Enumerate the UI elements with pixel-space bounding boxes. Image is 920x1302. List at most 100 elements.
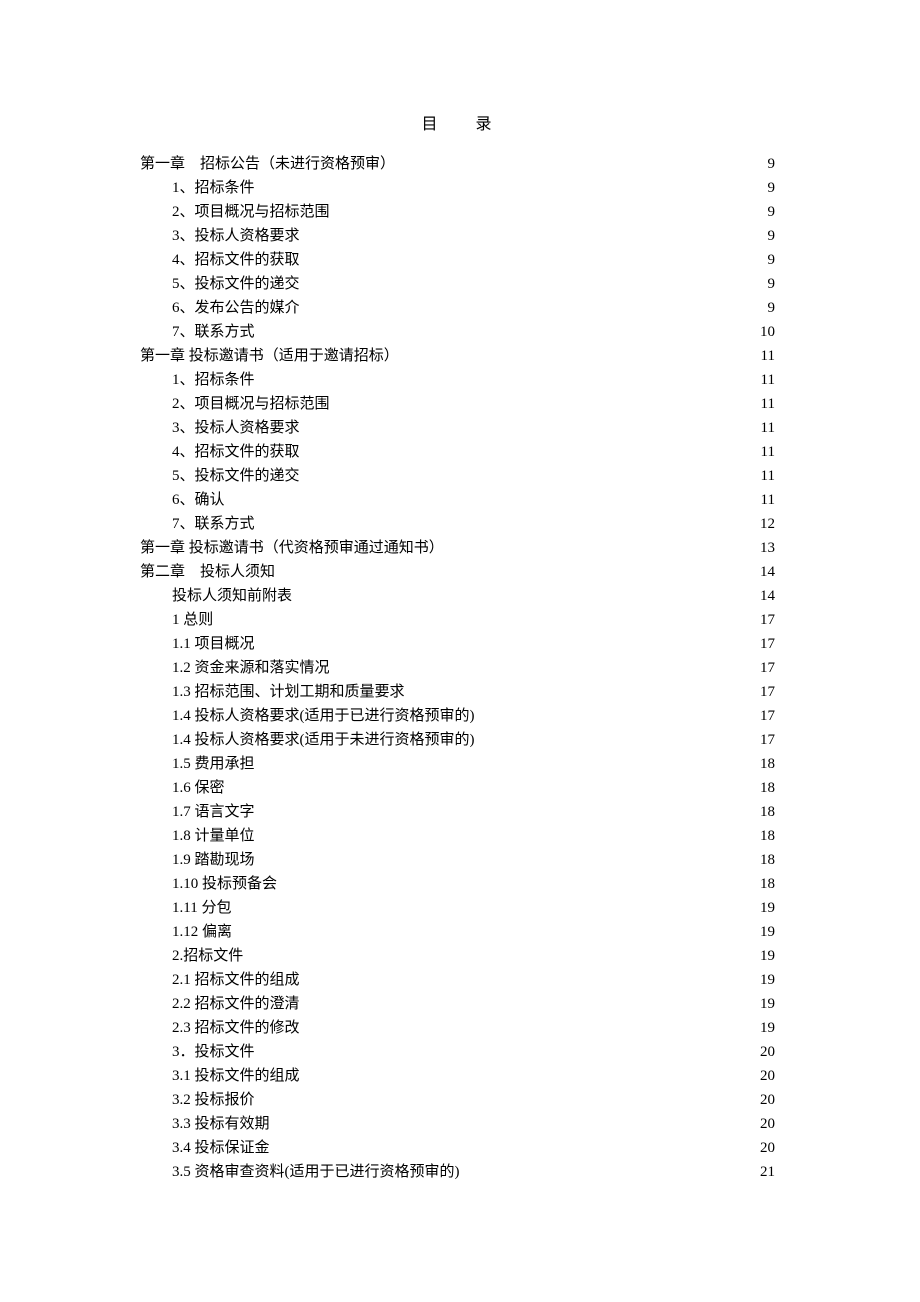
toc-entry-label: 3、投标人资格要求 — [172, 416, 300, 440]
toc-entry-label: 3.4 投标保证金 — [172, 1136, 270, 1160]
toc-entry-page: 9 — [768, 200, 776, 224]
toc-entry-page: 19 — [760, 968, 775, 992]
toc-entry-page: 13 — [760, 536, 775, 560]
toc-entry: 1.5 费用承担 18 — [140, 752, 775, 776]
toc-entry: 第二章 投标人须知14 — [140, 560, 775, 584]
toc-entry-page: 19 — [760, 920, 775, 944]
toc-entry: 3.1 投标文件的组成20 — [140, 1064, 775, 1088]
toc-entry: 第一章 投标邀请书（适用于邀请招标） 11 — [140, 344, 775, 368]
toc-entry-label: 2.2 招标文件的澄清 — [172, 992, 300, 1016]
toc-entry: 1.4 投标人资格要求(适用于已进行资格预审的) 17 — [140, 704, 775, 728]
toc-entry-page: 18 — [760, 824, 775, 848]
toc-entry-page: 18 — [760, 752, 775, 776]
toc-entry: 3.3 投标有效期 20 — [140, 1112, 775, 1136]
toc-entry-page: 10 — [760, 320, 775, 344]
toc-entry: 3.2 投标报价20 — [140, 1088, 775, 1112]
toc-entry-label: 1.1 项目概况 — [172, 632, 255, 656]
toc-entry-page: 20 — [760, 1040, 775, 1064]
toc-title-right: 录 — [476, 116, 494, 133]
toc-entry-label: 6、确认 — [172, 488, 225, 512]
toc-entry-label: 第一章 招标公告（未进行资格预审） — [140, 152, 395, 176]
toc-entry-label: 1.4 投标人资格要求(适用于未进行资格预审的) — [172, 728, 475, 752]
toc-entry-label: 3.1 投标文件的组成 — [172, 1064, 300, 1088]
toc-entry-label: 7、联系方式 — [172, 512, 255, 536]
toc-entry-label: 1、招标条件 — [172, 368, 255, 392]
toc-entry: 4、招标文件的获取 11 — [140, 440, 775, 464]
toc-entry-page: 21 — [760, 1160, 775, 1184]
toc-entry-page: 11 — [761, 488, 775, 512]
toc-entry-label: 1.5 费用承担 — [172, 752, 255, 776]
toc-entry-label: 3、投标人资格要求 — [172, 224, 300, 248]
toc-entry-page: 9 — [768, 176, 776, 200]
toc-entry: 1.7 语言文字18 — [140, 800, 775, 824]
toc-entry-page: 17 — [760, 632, 775, 656]
toc-entry-page: 19 — [760, 896, 775, 920]
toc-entry-label: 1.11 分包 — [172, 896, 231, 920]
toc-entry: 第一章 招标公告（未进行资格预审）9 — [140, 152, 775, 176]
toc-entry: 3、投标人资格要求 11 — [140, 416, 775, 440]
toc-title: 目录 — [140, 110, 775, 134]
toc-entry-label: 4、招标文件的获取 — [172, 248, 300, 272]
toc-entry-page: 11 — [761, 344, 775, 368]
toc-entry-page: 11 — [761, 440, 775, 464]
toc-entry: 2.招标文件19 — [140, 944, 775, 968]
toc-entry: 2.3 招标文件的修改 19 — [140, 1016, 775, 1040]
toc-entry-label: 1.9 踏勘现场 — [172, 848, 255, 872]
toc-entry-page: 11 — [761, 368, 775, 392]
toc-entry-page: 11 — [761, 464, 775, 488]
toc-entry: 5、投标文件的递交 11 — [140, 464, 775, 488]
toc-entry: 第一章 投标邀请书（代资格预审通过通知书） 13 — [140, 536, 775, 560]
toc-entry: 6、发布公告的媒介 9 — [140, 296, 775, 320]
toc-entry-label: 6、发布公告的媒介 — [172, 296, 300, 320]
toc-entry-label: 1.4 投标人资格要求(适用于已进行资格预审的) — [172, 704, 475, 728]
toc-entry-page: 9 — [768, 224, 776, 248]
toc-entry: 1.9 踏勘现场18 — [140, 848, 775, 872]
toc-entry: 5、投标文件的递交9 — [140, 272, 775, 296]
toc-entry-page: 20 — [760, 1136, 775, 1160]
toc-entry: 2、项目概况与招标范围 9 — [140, 200, 775, 224]
toc-entry-label: 1.6 保密 — [172, 776, 225, 800]
toc-entry-page: 17 — [760, 608, 775, 632]
toc-entry-label: 1.10 投标预备会 — [172, 872, 277, 896]
toc-entry: 1.10 投标预备会 18 — [140, 872, 775, 896]
toc-entry: 1.6 保密18 — [140, 776, 775, 800]
toc-entry-page: 17 — [760, 704, 775, 728]
toc-entry: 2.1 招标文件的组成19 — [140, 968, 775, 992]
toc-entry-label: 2、项目概况与招标范围 — [172, 200, 330, 224]
toc-entry-page: 11 — [761, 416, 775, 440]
toc-entry: 2、项目概况与招标范围11 — [140, 392, 775, 416]
toc-entry-page: 14 — [760, 584, 775, 608]
toc-entry-label: 第一章 投标邀请书（代资格预审通过通知书） — [140, 536, 444, 560]
toc-entry-label: 2.招标文件 — [172, 944, 243, 968]
toc-entry-label: 第一章 投标邀请书（适用于邀请招标） — [140, 344, 399, 368]
toc-entry-label: 1.2 资金来源和落实情况 — [172, 656, 330, 680]
toc-entry-label: 投标人须知前附表 — [172, 584, 292, 608]
toc-entry-label: 3.5 资格审查资料(适用于已进行资格预审的) — [172, 1160, 460, 1184]
toc-entry-label: 1.3 招标范围、计划工期和质量要求 — [172, 680, 405, 704]
toc-entry: 3.4 投标保证金 20 — [140, 1136, 775, 1160]
toc-entry: 2.2 招标文件的澄清19 — [140, 992, 775, 1016]
toc-entry: 1、招标条件9 — [140, 176, 775, 200]
toc-entry-page: 19 — [760, 1016, 775, 1040]
toc-entry: 1.11 分包 19 — [140, 896, 775, 920]
toc-entry-page: 20 — [760, 1112, 775, 1136]
toc-entry-label: 2.3 招标文件的修改 — [172, 1016, 300, 1040]
toc-entry-label: 1.8 计量单位 — [172, 824, 255, 848]
toc-title-left: 目 — [421, 116, 439, 133]
toc-entry-page: 9 — [768, 248, 776, 272]
toc-entry: 1.2 资金来源和落实情况17 — [140, 656, 775, 680]
toc-entry: 3、投标人资格要求 9 — [140, 224, 775, 248]
toc-entry-page: 12 — [760, 512, 775, 536]
toc-entry-page: 9 — [768, 296, 776, 320]
toc-entry-page: 18 — [760, 872, 775, 896]
toc-entry: 1.4 投标人资格要求(适用于未进行资格预审的)17 — [140, 728, 775, 752]
toc-entry-label: 5、投标文件的递交 — [172, 464, 300, 488]
toc-entry-label: 4、招标文件的获取 — [172, 440, 300, 464]
toc-entry-label: 3.3 投标有效期 — [172, 1112, 270, 1136]
toc-container: 第一章 招标公告（未进行资格预审）91、招标条件92、项目概况与招标范围93、投… — [140, 152, 775, 1184]
toc-entry-label: 7、联系方式 — [172, 320, 255, 344]
toc-entry-page: 14 — [760, 560, 775, 584]
toc-entry: 3.5 资格审查资料(适用于已进行资格预审的) 21 — [140, 1160, 775, 1184]
toc-entry: 1、招标条件 11 — [140, 368, 775, 392]
toc-entry: 6、确认 11 — [140, 488, 775, 512]
